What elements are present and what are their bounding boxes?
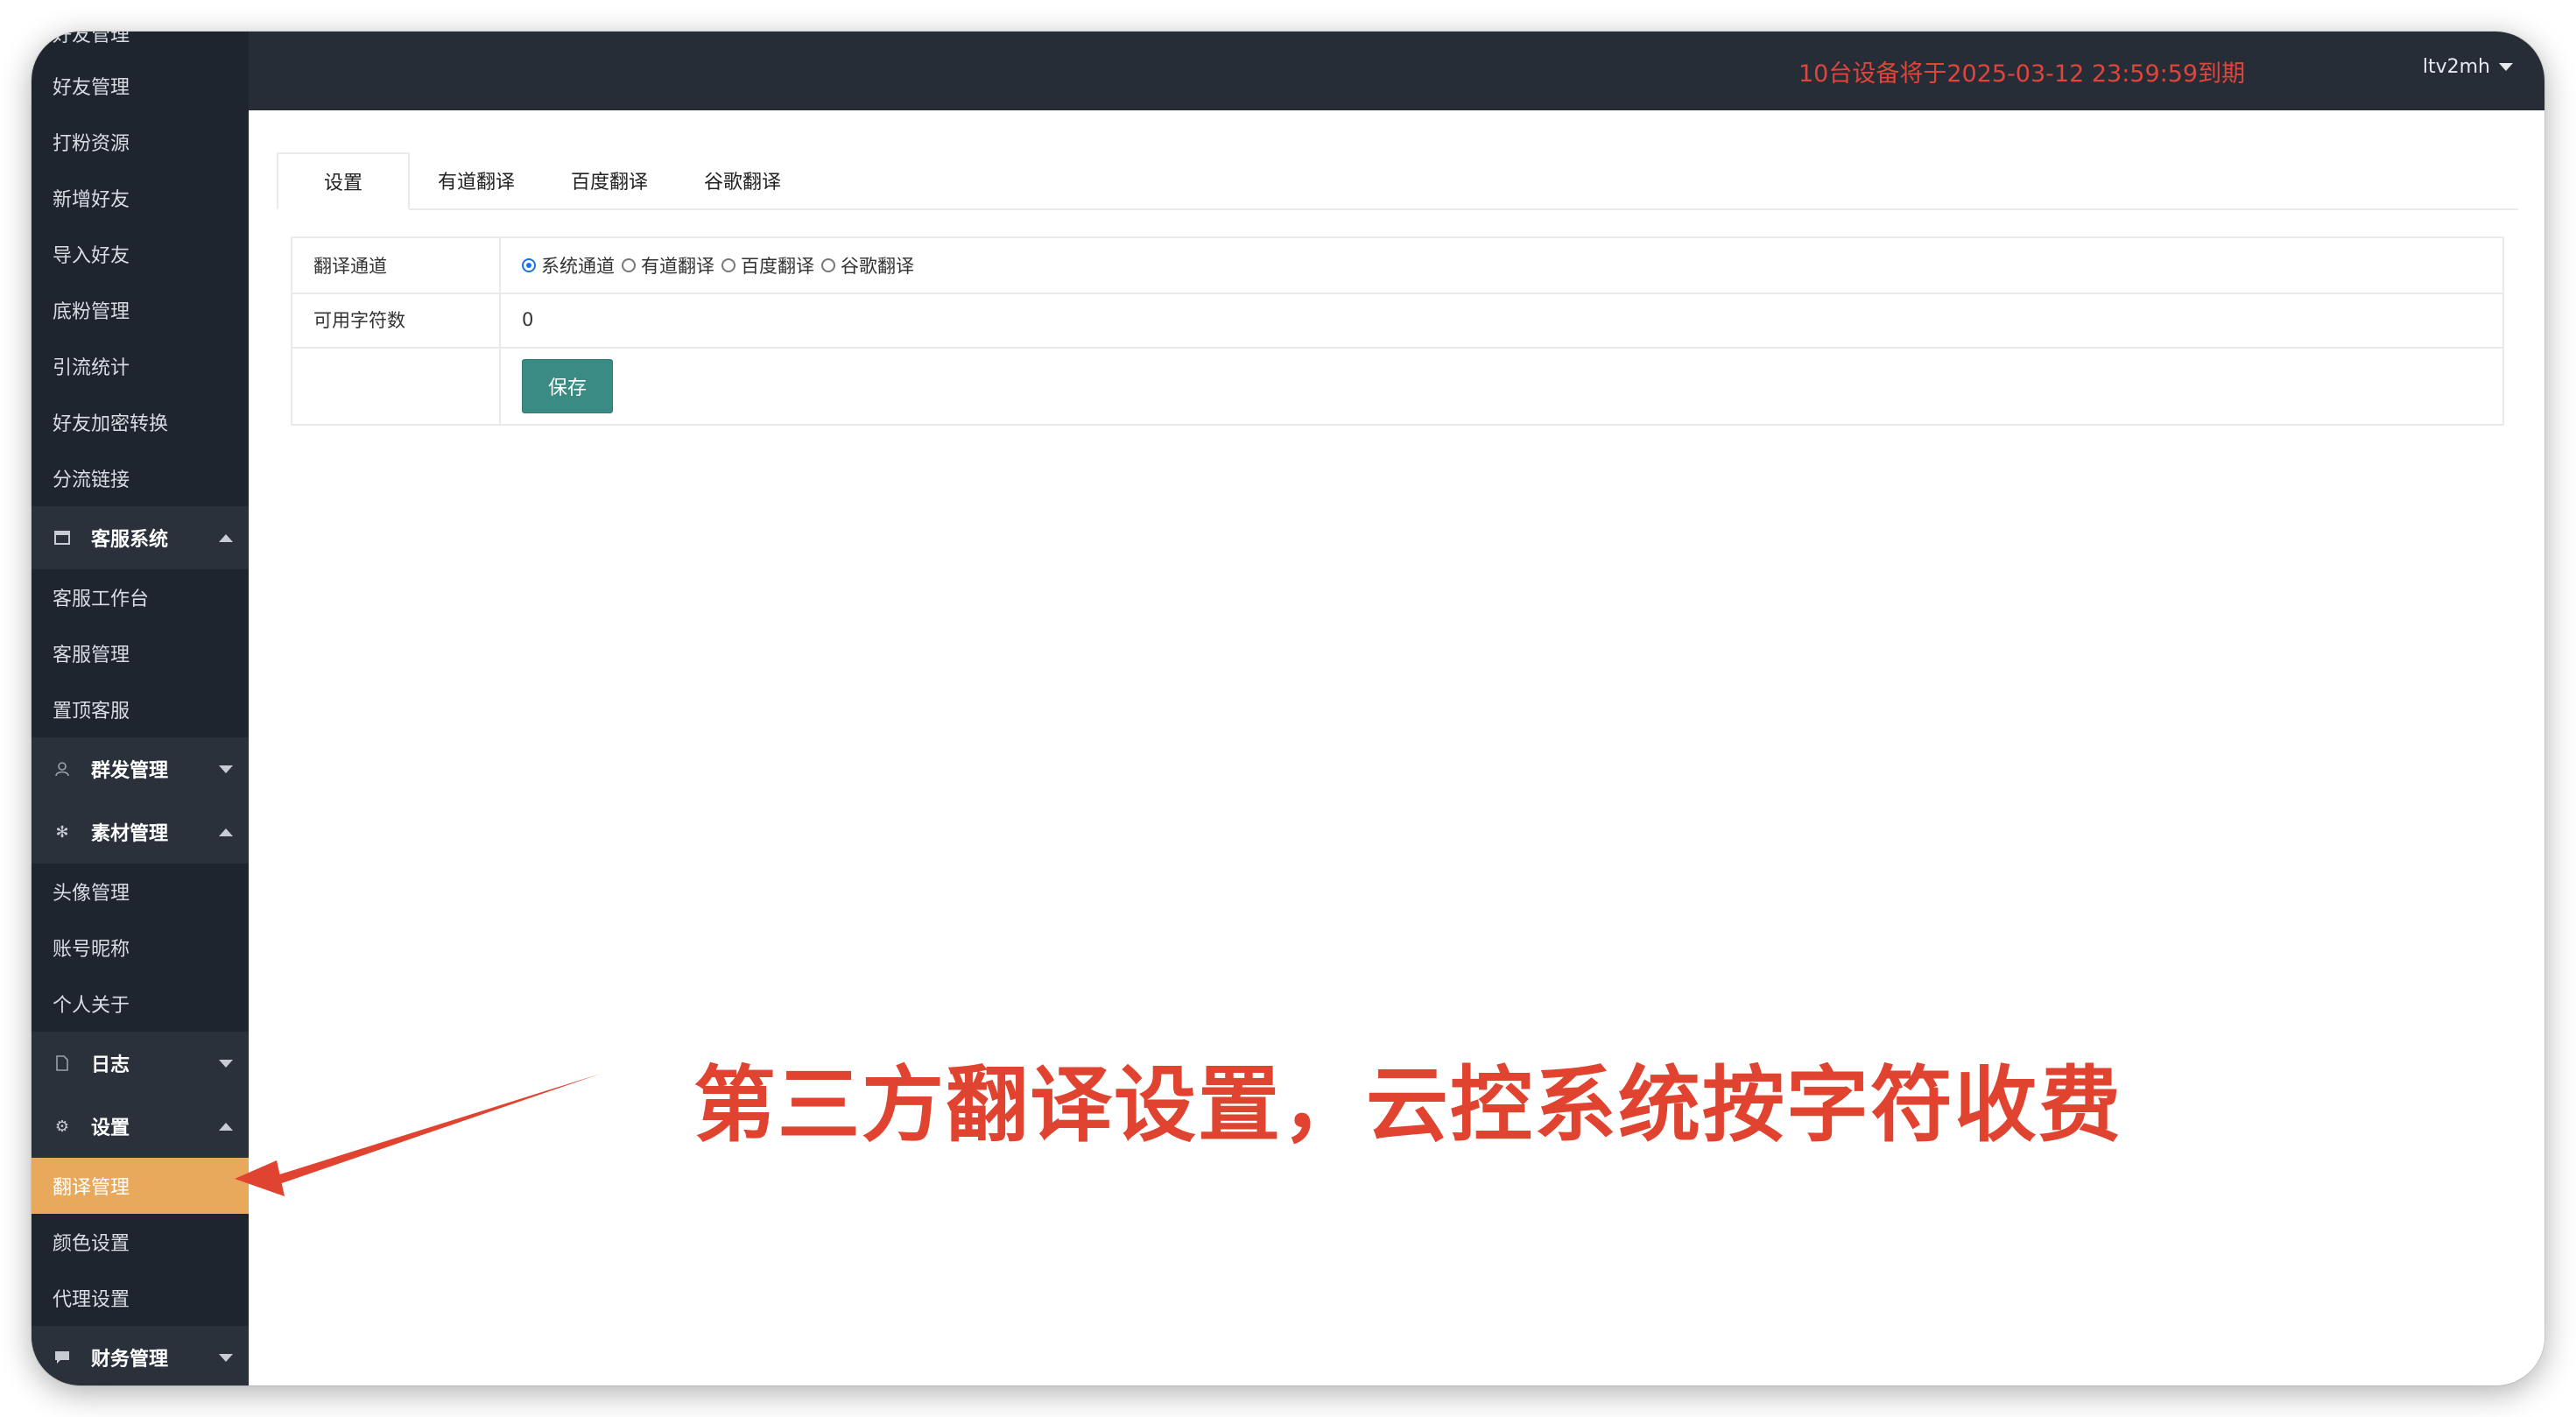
sidebar-item-import-friends[interactable]: 导入好友: [32, 226, 249, 282]
chevron-down-icon: [219, 1354, 233, 1362]
sidebar-group-log[interactable]: 日志: [32, 1032, 249, 1095]
radio-label: 有道翻译: [641, 256, 714, 277]
radio-label: 百度翻译: [741, 256, 814, 277]
tab-bar: 设置 有道翻译 百度翻译 谷歌翻译: [277, 152, 2518, 210]
sidebar-item-pinned-cs[interactable]: 置顶客服: [32, 681, 249, 737]
chars-value: 0: [522, 309, 534, 330]
sidebar-item-friends[interactable]: 好友管理: [32, 58, 249, 114]
chevron-up-icon: [219, 828, 233, 836]
radio-button[interactable]: [721, 258, 735, 272]
annotation-text: 第三方翻译设置，云控系统按字符收费: [693, 1058, 2123, 1153]
top-header: 10台设备将于2025-03-12 23:59:59到期 ltv2mh: [249, 32, 2544, 110]
radio-youdao[interactable]: 有道翻译: [622, 252, 714, 278]
radio-system-channel[interactable]: 系统通道: [522, 252, 615, 278]
form-row-actions: 保存: [292, 347, 2502, 424]
main-content: 设置 有道翻译 百度翻译 谷歌翻译 翻译通道 系统通道 有道翻译 百度翻译 谷歌…: [249, 110, 2544, 1385]
sidebar-group-label: 素材管理: [91, 823, 169, 845]
user-menu[interactable]: ltv2mh: [2423, 56, 2513, 78]
chevron-down-icon: [2499, 63, 2513, 71]
app-window: 好友管理 好友管理 打粉资源 新增好友 导入好友 底粉管理 引流统计 好友加密转…: [32, 32, 2544, 1385]
radio-button[interactable]: [622, 258, 636, 272]
sidebar-group-customer-service[interactable]: 客服系统: [32, 506, 249, 569]
form-row-channel: 翻译通道 系统通道 有道翻译 百度翻译 谷歌翻译: [292, 238, 2502, 294]
snowflake-icon: ✻: [55, 822, 69, 842]
sidebar-item-color-settings[interactable]: 颜色设置: [32, 1214, 249, 1270]
sidebar-item-personal-about[interactable]: 个人关于: [32, 976, 249, 1032]
sidebar-group-settings[interactable]: ⚙ 设置: [32, 1095, 249, 1158]
sidebar-item-friend-encrypt[interactable]: 好友加密转换: [32, 394, 249, 450]
form-row-chars: 可用字符数 0: [292, 293, 2502, 349]
radio-label: 谷歌翻译: [841, 256, 914, 277]
sidebar-item-cs-manage[interactable]: 客服管理: [32, 625, 249, 681]
sidebar-group-label: 设置: [91, 1117, 130, 1139]
document-icon: [53, 1054, 72, 1073]
user-icon: [53, 759, 72, 779]
sidebar-group-label: 客服系统: [91, 529, 169, 551]
channel-label: 翻译通道: [292, 238, 501, 293]
sidebar-item-avatar-manage[interactable]: 头像管理: [32, 864, 249, 920]
sidebar-item-traffic-stats[interactable]: 引流统计: [32, 338, 249, 394]
radio-button[interactable]: [522, 258, 536, 272]
sidebar-item-cs-workbench[interactable]: 客服工作台: [32, 569, 249, 625]
tab-baidu[interactable]: 百度翻译: [543, 152, 676, 208]
radio-button[interactable]: [821, 258, 835, 272]
radio-baidu[interactable]: 百度翻译: [721, 252, 814, 278]
tab-youdao[interactable]: 有道翻译: [410, 152, 543, 208]
channel-options: 系统通道 有道翻译 百度翻译 谷歌翻译: [522, 238, 2502, 293]
sidebar-item-translation-manage[interactable]: 翻译管理: [32, 1158, 249, 1214]
empty-label-cell: [292, 347, 501, 424]
expiry-notice: 10台设备将于2025-03-12 23:59:59到期: [1798, 60, 2246, 88]
chevron-up-icon: [219, 1123, 233, 1131]
chevron-down-icon: [219, 765, 233, 773]
gear-icon: ⚙: [54, 1117, 70, 1136]
radio-label: 系统通道: [541, 256, 615, 277]
sidebar-group-label: 日志: [91, 1054, 130, 1076]
sidebar-item-cut-off[interactable]: 好友管理: [53, 32, 130, 47]
tab-google[interactable]: 谷歌翻译: [676, 152, 809, 208]
sidebar-group-broadcast[interactable]: 群发管理: [32, 737, 249, 800]
sidebar-item-fan-resources[interactable]: 打粉资源: [32, 114, 249, 170]
radio-google[interactable]: 谷歌翻译: [821, 252, 914, 278]
save-button[interactable]: 保存: [522, 359, 613, 413]
chat-icon: [53, 1348, 72, 1367]
sidebar-group-label: 群发管理: [91, 760, 169, 782]
sidebar-item-account-nickname[interactable]: 账号昵称: [32, 920, 249, 976]
sidebar-item-split-links[interactable]: 分流链接: [32, 450, 249, 506]
chevron-up-icon: [219, 534, 233, 542]
username: ltv2mh: [2422, 56, 2490, 78]
sidebar-group-label: 财务管理: [91, 1349, 169, 1371]
sidebar-item-proxy-settings[interactable]: 代理设置: [32, 1270, 249, 1326]
chevron-down-icon: [219, 1060, 233, 1068]
sidebar-item-base-fans[interactable]: 底粉管理: [32, 282, 249, 338]
sidebar-item-add-friend[interactable]: 新增好友: [32, 170, 249, 226]
tab-settings[interactable]: 设置: [277, 152, 410, 210]
window-icon: [53, 528, 72, 547]
chars-label: 可用字符数: [292, 293, 501, 347]
translation-settings-form: 翻译通道 系统通道 有道翻译 百度翻译 谷歌翻译 可用字符数 0 保存: [291, 236, 2504, 426]
sidebar-group-finance[interactable]: 财务管理: [32, 1326, 249, 1385]
sidebar: 好友管理 好友管理 打粉资源 新增好友 导入好友 底粉管理 引流统计 好友加密转…: [32, 32, 249, 1385]
sidebar-group-material[interactable]: ✻ 素材管理: [32, 800, 249, 864]
